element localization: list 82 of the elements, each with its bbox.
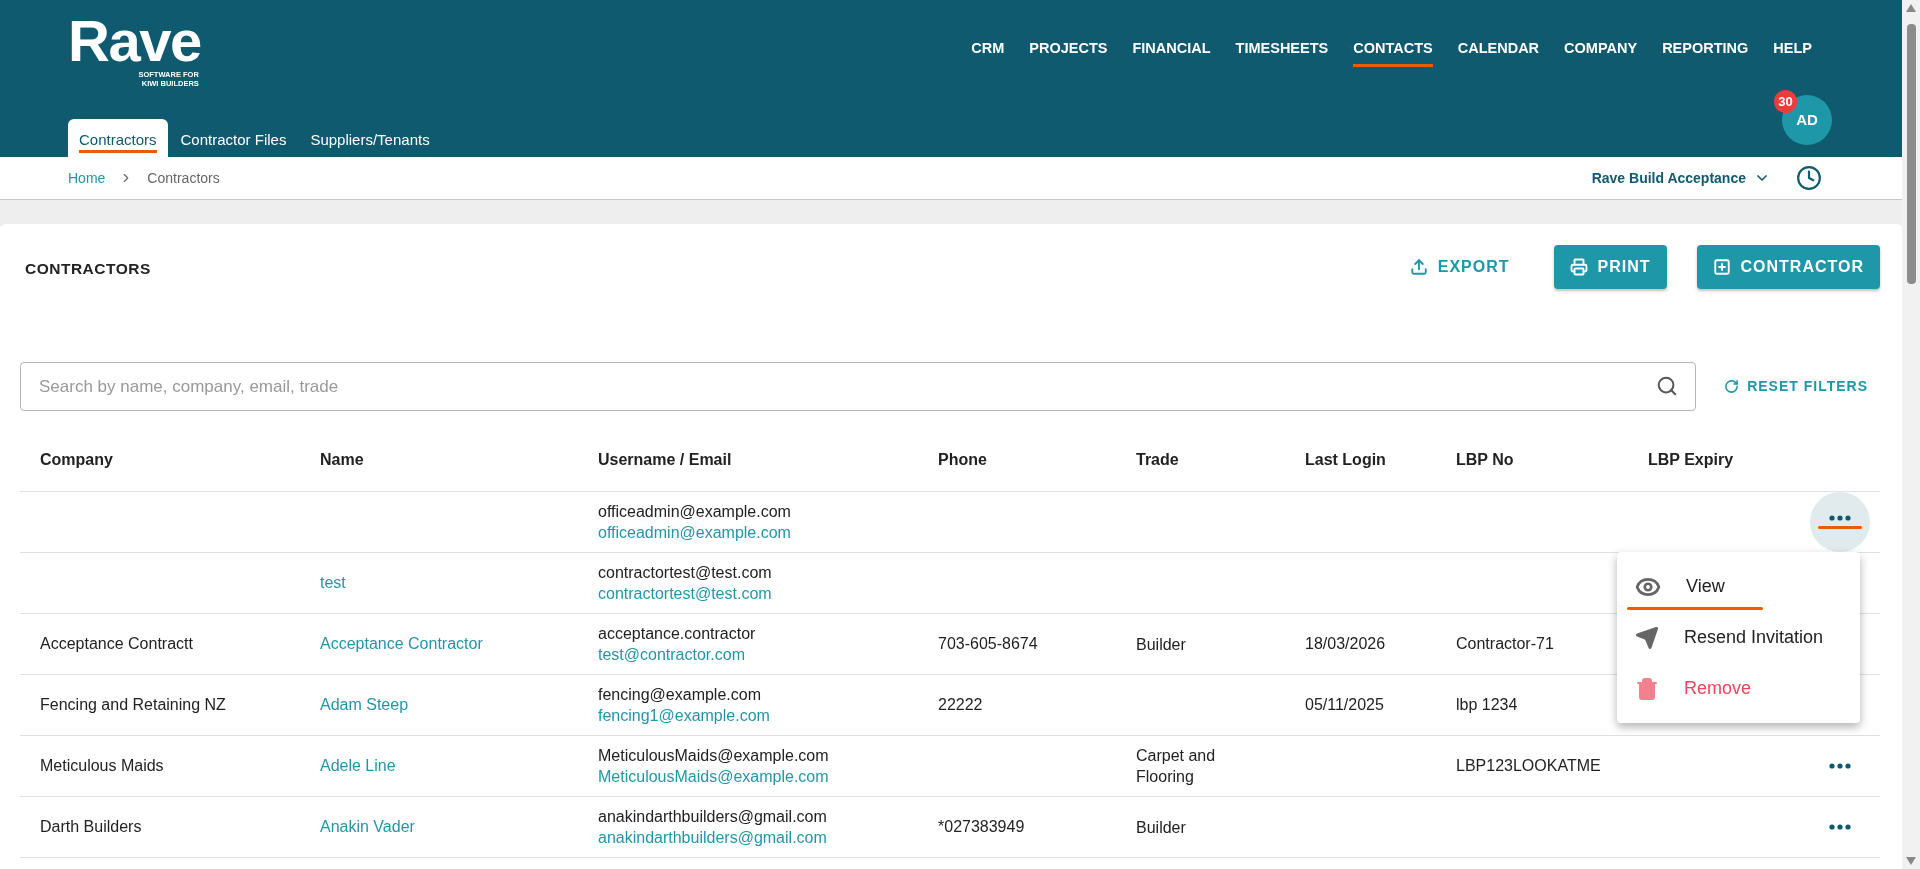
nav-link[interactable]: CRM bbox=[971, 38, 1005, 67]
more-icon bbox=[1829, 763, 1851, 769]
add-button[interactable]: CONTRACTOR bbox=[1696, 245, 1880, 289]
breadcrumb-current: Contractors bbox=[147, 168, 220, 188]
contact-name-link[interactable]: test bbox=[320, 574, 346, 591]
sub-tab[interactable]: Contractors bbox=[68, 118, 168, 157]
phone-cell: 703-605-8674 bbox=[938, 635, 1038, 652]
username-cell-text: MeticulousMaids@example.com bbox=[598, 746, 830, 766]
column-header: Username / Email bbox=[597, 449, 733, 470]
notification-badge: 30 bbox=[1774, 90, 1797, 113]
reset-icon bbox=[1724, 379, 1740, 394]
last-login-cell: 18/03/2026 bbox=[1305, 635, 1386, 652]
nav-link[interactable]: TIMESHEETS bbox=[1235, 38, 1329, 67]
menu-item[interactable]: View bbox=[1617, 561, 1860, 612]
scrollbar-thumb[interactable] bbox=[1906, 24, 1916, 284]
lbp-number-cell: LBP123LOOKATME bbox=[1456, 757, 1601, 774]
column-header: Trade bbox=[1135, 449, 1180, 470]
column-header: Phone bbox=[937, 449, 988, 470]
phone-cell: *027383949 bbox=[938, 818, 1025, 835]
company-cell: Acceptance Contractt bbox=[40, 635, 193, 652]
page-title: CONTRACTORS bbox=[25, 259, 151, 279]
column-header: Company bbox=[39, 449, 114, 470]
upload-icon bbox=[1409, 258, 1428, 276]
email-link[interactable]: MeticulousMaids@example.com bbox=[598, 766, 918, 787]
sub-tab[interactable]: Suppliers/Tenants bbox=[299, 118, 441, 157]
username-cell-text: fencing@example.com bbox=[598, 685, 762, 705]
username-cell-text: acceptance.contractor bbox=[598, 624, 757, 644]
email-link[interactable]: fencing1@example.com bbox=[598, 705, 918, 726]
more-icon bbox=[1829, 824, 1851, 830]
nav-link[interactable]: COMPANY bbox=[1564, 38, 1638, 67]
scroll-up-icon[interactable] bbox=[1906, 4, 1916, 12]
nav-link[interactable]: FINANCIAL bbox=[1132, 38, 1211, 67]
last-login-cell: 05/11/2025 bbox=[1305, 696, 1384, 713]
print-button[interactable]: PRINT bbox=[1553, 245, 1667, 289]
reset-filters-button[interactable]: RESET FILTERS bbox=[1724, 376, 1868, 397]
search-field[interactable]: Search by name, company, email, trade bbox=[20, 362, 1697, 411]
add-icon bbox=[1712, 258, 1731, 276]
contact-name-link[interactable]: Anakin Vader bbox=[320, 818, 415, 835]
column-header: Last Login bbox=[1304, 449, 1387, 470]
nav-link[interactable]: CALENDAR bbox=[1457, 38, 1540, 67]
workspace-dropdown[interactable]: Rave Build Acceptance bbox=[1591, 167, 1770, 189]
company-cell: Meticulous Maids bbox=[40, 757, 164, 774]
menu-item[interactable]: Resend Invitation bbox=[1617, 612, 1860, 663]
column-header: LBP Expiry bbox=[1647, 449, 1735, 470]
print-icon bbox=[1569, 258, 1588, 276]
search-icon[interactable] bbox=[1656, 375, 1679, 397]
lbp-number-cell: Contractor-71 bbox=[1456, 635, 1554, 652]
scroll-down-icon[interactable] bbox=[1906, 857, 1916, 865]
contact-name-link[interactable]: Adele Line bbox=[320, 757, 396, 774]
username-cell-text: officeadmin@example.com bbox=[598, 502, 792, 522]
username-cell-text: anakindarthbuilders@gmail.com bbox=[598, 807, 828, 827]
company-cell: Fencing and Retaining NZ bbox=[40, 696, 226, 713]
username-cell-text: contractortest@test.com bbox=[598, 563, 773, 583]
nav-link[interactable]: CONTACTS bbox=[1353, 38, 1433, 67]
nav-link[interactable]: PROJECTS bbox=[1029, 38, 1108, 67]
column-header: LBP No bbox=[1455, 449, 1515, 470]
send-icon bbox=[1635, 625, 1659, 650]
lbp-number-cell: lbp 1234 bbox=[1456, 696, 1518, 713]
contact-name-link[interactable]: Acceptance Contractor bbox=[320, 635, 483, 652]
breadcrumb-link[interactable]: Home bbox=[68, 167, 106, 189]
more-icon bbox=[1829, 515, 1851, 521]
trade-cell-text: Builder bbox=[1136, 634, 1187, 655]
nav-link[interactable]: REPORTING bbox=[1662, 38, 1749, 67]
trade-cell-text: Carpet and Flooring bbox=[1136, 746, 1217, 787]
history-icon[interactable] bbox=[1796, 165, 1822, 191]
menu-item[interactable]: Remove bbox=[1617, 663, 1860, 714]
email-link[interactable]: officeadmin@example.com bbox=[598, 522, 918, 543]
column-header: Name bbox=[319, 449, 365, 470]
trash-icon bbox=[1635, 676, 1659, 701]
export-button[interactable]: EXPORT bbox=[1397, 245, 1522, 289]
company-cell: Darth Builders bbox=[40, 818, 142, 835]
trade-cell-text: Builder bbox=[1136, 817, 1187, 838]
email-link[interactable]: anakindarthbuilders@gmail.com bbox=[598, 827, 918, 848]
email-link[interactable]: contractortest@test.com bbox=[598, 583, 918, 604]
contact-name-link[interactable]: Adam Steep bbox=[320, 696, 409, 713]
more-button[interactable] bbox=[1810, 492, 1870, 552]
sub-tab[interactable]: Contractor Files bbox=[169, 118, 298, 157]
scrollbar[interactable] bbox=[1902, 0, 1920, 869]
logo[interactable]: Rave bbox=[68, 12, 201, 70]
email-link[interactable]: test@contractor.com bbox=[598, 644, 918, 665]
phone-cell: 22222 bbox=[938, 696, 983, 713]
nav-link[interactable]: HELP bbox=[1773, 38, 1812, 67]
